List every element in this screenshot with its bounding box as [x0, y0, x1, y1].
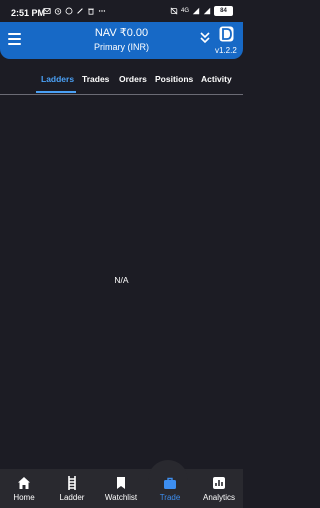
app-logo-icon — [219, 26, 234, 42]
tab-orders[interactable]: Orders — [119, 74, 147, 84]
status-bar: 2:51 PM 4G 84 — [0, 0, 243, 22]
nav-analytics[interactable]: Analytics — [195, 469, 243, 508]
briefcase-icon — [164, 477, 176, 489]
alarm-icon — [54, 8, 62, 15]
whatsapp-icon — [65, 7, 73, 15]
tab-positions[interactable]: Positions — [155, 74, 193, 84]
network-type: 4G — [180, 8, 189, 14]
double-chevron-down-icon[interactable] — [199, 31, 211, 45]
notification-icons — [43, 7, 106, 15]
bottom-navigation: Home Ladder Watchlist Trade Analytics — [0, 460, 243, 508]
app-header: NAV ₹0.00 Primary (INR) v1.2.2 — [0, 22, 243, 59]
nav-watchlist[interactable]: Watchlist — [97, 469, 145, 508]
app-version: v1.2.2 — [215, 46, 237, 55]
nav-watchlist-label: Watchlist — [104, 493, 138, 502]
nav-analytics-label: Analytics — [202, 493, 235, 502]
battery-icon: 84 — [214, 6, 233, 16]
tab-bar: Ladders Trades Orders Positions Activity — [0, 66, 243, 95]
status-time: 2:51 PM — [11, 8, 46, 18]
tab-trades[interactable]: Trades — [82, 74, 109, 84]
active-tab-indicator — [36, 91, 76, 93]
signal-icon — [192, 7, 200, 15]
tab-ladders[interactable]: Ladders — [41, 74, 74, 84]
nav-trade[interactable]: Trade — [146, 469, 194, 508]
nav-ladder[interactable]: Ladder — [48, 469, 96, 508]
mail-icon — [43, 8, 51, 14]
bookmark-icon — [117, 477, 125, 489]
home-icon — [18, 477, 30, 489]
analytics-icon — [213, 477, 225, 489]
pen-icon — [77, 8, 83, 14]
nav-ladder-label: Ladder — [59, 493, 85, 502]
trash-icon — [88, 8, 94, 15]
more-dots-icon — [98, 10, 106, 12]
nav-home[interactable]: Home — [0, 469, 48, 508]
empty-state-text: N/A — [114, 275, 129, 285]
nav-trade-label: Trade — [159, 493, 181, 502]
silent-icon — [170, 7, 178, 15]
signal-icon-2 — [203, 7, 211, 15]
ladder-icon — [68, 476, 76, 490]
system-icons: 4G 84 — [170, 6, 233, 16]
tab-activity[interactable]: Activity — [201, 74, 232, 84]
nav-home-label: Home — [13, 493, 35, 502]
